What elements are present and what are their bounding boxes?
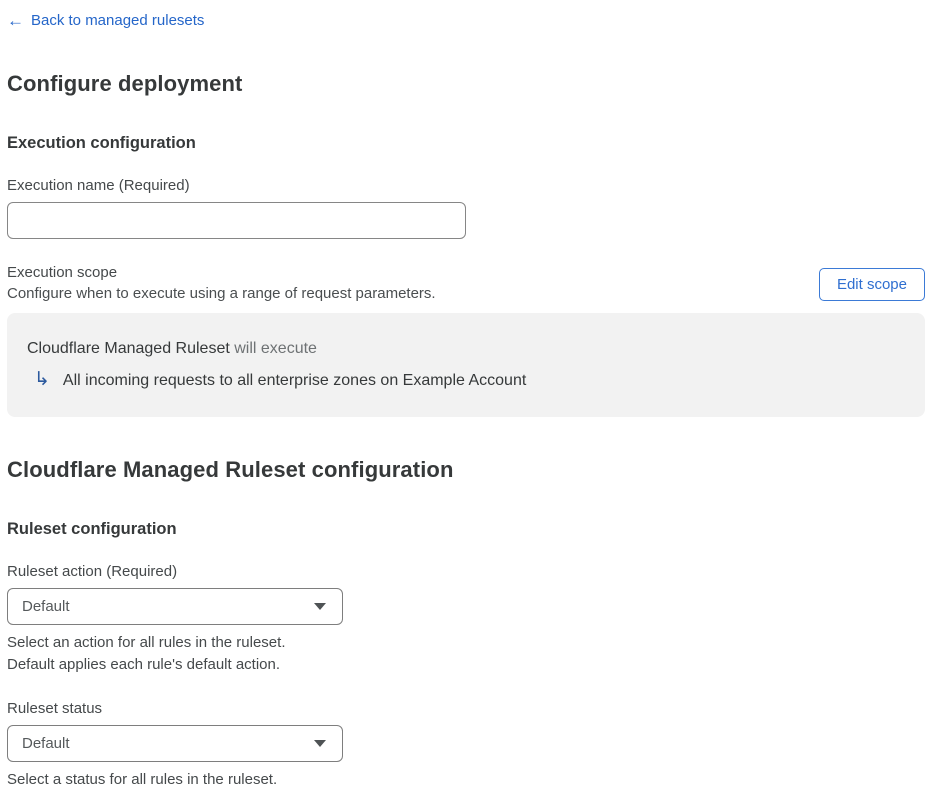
ruleset-action-label: Ruleset action (Required) bbox=[7, 563, 178, 580]
execution-name-input[interactable] bbox=[7, 202, 466, 239]
execution-configuration-heading: Execution configuration bbox=[7, 134, 196, 152]
execution-scope-description: Configure when to execute using a range … bbox=[7, 285, 436, 302]
ruleset-configuration-section-heading: Cloudflare Managed Ruleset configuration bbox=[7, 457, 454, 482]
back-link-label: Back to managed rulesets bbox=[31, 12, 205, 29]
chevron-down-icon bbox=[314, 603, 326, 610]
execution-scope-row: Execution scope Configure when to execut… bbox=[7, 264, 925, 302]
ruleset-status-help: Select a status for all rules in the rul… bbox=[7, 769, 925, 791]
execution-scope-text: Execution scope Configure when to execut… bbox=[7, 264, 436, 302]
scope-summary-ruleset-name: Cloudflare Managed Ruleset bbox=[27, 340, 230, 357]
ruleset-action-help-line1: Select an action for all rules in the ru… bbox=[7, 634, 286, 651]
ruleset-action-help-line2: Default applies each rule's default acti… bbox=[7, 656, 281, 673]
ruleset-configuration-subheading: Ruleset configuration bbox=[7, 520, 177, 538]
execution-scope-label: Execution scope bbox=[7, 264, 118, 281]
scope-summary-line2: ↳ All incoming requests to all enterpris… bbox=[34, 369, 905, 391]
ruleset-action-select[interactable]: Default bbox=[7, 588, 343, 625]
hook-arrow-icon: ↳ bbox=[34, 369, 50, 390]
ruleset-status-selected-value: Default bbox=[22, 735, 70, 752]
chevron-down-icon bbox=[314, 740, 326, 747]
configure-deployment-page: ← Back to managed rulesets Configure dep… bbox=[0, 0, 931, 791]
scope-summary-line1: Cloudflare Managed Ruleset will execute bbox=[27, 340, 905, 358]
ruleset-action-selected-value: Default bbox=[22, 598, 70, 615]
execution-name-label: Execution name (Required) bbox=[7, 177, 190, 194]
scope-summary-text: All incoming requests to all enterprise … bbox=[62, 372, 527, 389]
ruleset-action-help: Select an action for all rules in the ru… bbox=[7, 632, 925, 676]
back-to-managed-rulesets-link[interactable]: ← Back to managed rulesets bbox=[7, 12, 204, 29]
page-title: Configure deployment bbox=[7, 71, 243, 96]
scope-summary-will-execute: will execute bbox=[229, 340, 317, 357]
ruleset-status-label: Ruleset status bbox=[7, 700, 103, 717]
edit-scope-button[interactable]: Edit scope bbox=[818, 268, 925, 301]
ruleset-status-help-line1: Select a status for all rules in the rul… bbox=[7, 771, 278, 788]
ruleset-status-select[interactable]: Default bbox=[7, 725, 343, 762]
back-arrow-icon: ← bbox=[7, 11, 24, 30]
scope-summary-box: Cloudflare Managed Ruleset will execute … bbox=[7, 313, 925, 417]
